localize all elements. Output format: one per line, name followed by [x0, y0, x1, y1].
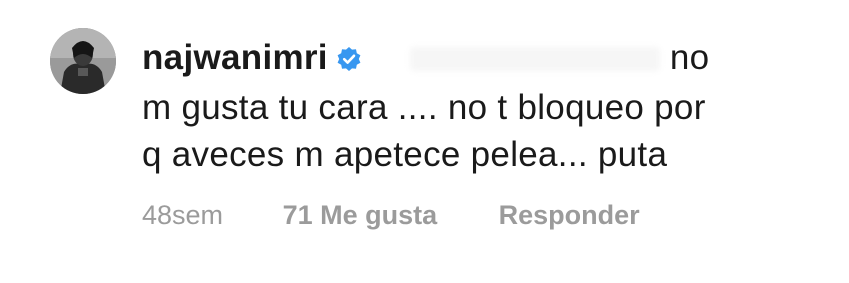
- comment-item: najwanimri no m gusta tu cara .... no t bl…: [0, 0, 849, 283]
- comment-line3: q aveces m apetece pelea... puta: [142, 135, 668, 174]
- comment-meta: 48sem 71 Me gusta Responder: [142, 198, 640, 232]
- reply-button[interactable]: Responder: [499, 198, 640, 232]
- comment-line2: m gusta tu cara .... no t bloqueo por: [142, 88, 706, 127]
- user-avatar[interactable]: [50, 28, 116, 94]
- redacted-mention: [409, 47, 660, 71]
- comment-timestamp: 48sem: [142, 200, 224, 230]
- verified-badge-icon: [336, 37, 362, 84]
- username-link[interactable]: najwanimri: [142, 38, 328, 77]
- comment-text: najwanimri no m gusta tu cara .... no t bl…: [142, 34, 822, 178]
- comment-line1-tail: no: [669, 38, 710, 77]
- likes-count-button[interactable]: 71 Me gusta: [283, 198, 438, 232]
- avatar-image: [50, 28, 116, 94]
